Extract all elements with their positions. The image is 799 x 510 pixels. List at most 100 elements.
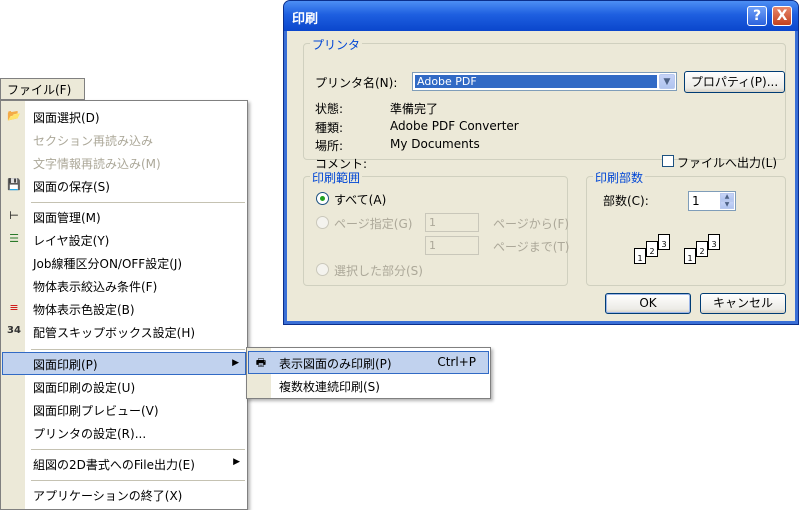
copies-group: 印刷部数 部数(C): 1 ▲ ▼ 3 2 1 3 2 1 bbox=[586, 169, 786, 286]
menu-item-label: レイヤ設定(Y) bbox=[33, 234, 110, 248]
copies-label: 部数(C): bbox=[603, 194, 649, 208]
properties-button[interactable]: プロパティ(P)... bbox=[684, 71, 785, 93]
spin-down-icon[interactable]: ▼ bbox=[720, 201, 734, 209]
menu-item-exit[interactable]: アプリケーションの終了(X) bbox=[2, 483, 246, 506]
printer-name-value: Adobe PDF bbox=[415, 75, 657, 88]
menu-item-label: セクション再読み込み bbox=[33, 134, 154, 148]
menu-item-label: プリンタの設定(R)... bbox=[33, 427, 147, 441]
copies-legend: 印刷部数 bbox=[593, 169, 646, 186]
file-menu[interactable]: ファイル(F) bbox=[0, 78, 85, 100]
menu-item-label: アプリケーションの終了(X) bbox=[33, 489, 183, 503]
spin-up-icon[interactable]: ▲ bbox=[720, 193, 734, 201]
menu-item-label: 図面管理(M) bbox=[33, 211, 101, 225]
status-label: 状態: bbox=[315, 102, 344, 116]
menu-item-reload-sections[interactable]: セクション再読み込み bbox=[2, 128, 246, 151]
submenu-arrow-icon: ▶ bbox=[232, 358, 239, 368]
copies-spinner[interactable]: 1 ▲ ▼ bbox=[688, 191, 736, 211]
help-button[interactable]: ? bbox=[747, 6, 767, 26]
menu-item-label: 配管スキップボックス設定(H) bbox=[33, 326, 196, 340]
printer-group-legend: プリンタ bbox=[310, 36, 363, 53]
range-all-radio[interactable] bbox=[316, 192, 329, 205]
menu-item-label: 物体表示絞込み条件(F) bbox=[33, 280, 158, 294]
collate-page: 3 bbox=[658, 234, 670, 250]
menu-item-label: 複数枚連続印刷(S) bbox=[279, 380, 380, 394]
range-from-suffix: ページから(F) bbox=[493, 217, 570, 231]
tree-icon: ⊢ bbox=[9, 209, 19, 222]
range-pages-label[interactable]: ページ指定(G) bbox=[334, 215, 412, 232]
type-value: Adobe PDF Converter bbox=[390, 119, 519, 133]
menu-item-skip-box[interactable]: 34 配管スキップボックス設定(H) bbox=[2, 320, 246, 343]
menu-item-label: 図面印刷プレビュー(V) bbox=[33, 404, 159, 418]
dialog-client-area: プリンタ プリンタ名(N): Adobe PDF ▼ プロパティ(P)... 状… bbox=[287, 31, 795, 321]
location-label: 場所: bbox=[315, 139, 344, 153]
ok-button[interactable]: OK bbox=[605, 293, 691, 314]
menu-item-label: 図面印刷(P) bbox=[33, 358, 98, 372]
radio-selected-dot bbox=[320, 196, 325, 201]
print-range-legend: 印刷範囲 bbox=[310, 169, 363, 186]
printer-group: プリンタ プリンタ名(N): Adobe PDF ▼ プロパティ(P)... 状… bbox=[303, 36, 786, 171]
range-selection-radio[interactable] bbox=[316, 263, 329, 276]
range-to-suffix: ページまで(T) bbox=[493, 240, 570, 254]
range-pages-radio[interactable] bbox=[316, 216, 329, 229]
open-folder-icon: 📂 bbox=[7, 109, 21, 122]
file-menu-dropdown: 📂 図面選択(D) セクション再読み込み 文字情報再読み込み(M) 💾 図面の保… bbox=[0, 100, 248, 510]
collate-page: 2 bbox=[696, 241, 708, 257]
range-to-input[interactable]: 1 bbox=[425, 236, 479, 255]
collate-page: 3 bbox=[708, 234, 720, 250]
menu-separator bbox=[31, 202, 245, 203]
menu-item-label: 組図の2D書式へのFile出力(E) bbox=[33, 458, 195, 472]
chevron-down-icon[interactable]: ▼ bbox=[659, 74, 675, 89]
submenu-arrow-icon: ▶ bbox=[233, 457, 240, 467]
menu-item-print-preview[interactable]: 図面印刷プレビュー(V) bbox=[2, 398, 246, 421]
menu-item-label: 文字情報再読み込み(M) bbox=[33, 157, 161, 171]
menu-item-drawing-management[interactable]: ⊢ 図面管理(M) bbox=[2, 205, 246, 228]
print-dialog: 印刷 ? X プリンタ プリンタ名(N): Adobe PDF ▼ プロパティ(… bbox=[283, 0, 799, 325]
menu-item-layer-settings[interactable]: ☰ レイヤ設定(Y) bbox=[2, 228, 246, 251]
menu-item-select-drawing[interactable]: 📂 図面選択(D) bbox=[2, 105, 246, 128]
printer-name-label: プリンタ名(N): bbox=[315, 76, 398, 90]
menu-separator bbox=[31, 480, 245, 481]
skip-box-icon: 34 bbox=[7, 325, 21, 336]
print-submenu: 🖶 表示図面のみ印刷(P) Ctrl+P 複数枚連続印刷(S) bbox=[246, 347, 491, 399]
cancel-button[interactable]: キャンセル bbox=[700, 293, 786, 314]
menu-item-shortcut: Ctrl+P bbox=[437, 355, 476, 369]
collate-page: 2 bbox=[646, 241, 658, 257]
close-button[interactable]: X bbox=[772, 6, 792, 26]
color-lines-icon: ≡ bbox=[9, 301, 19, 314]
copies-value: 1 bbox=[692, 194, 700, 208]
menu-item-display-filter[interactable]: 物体表示絞込み条件(F) bbox=[2, 274, 246, 297]
floppy-disk-icon: 💾 bbox=[7, 178, 21, 191]
menu-item-printer-setup[interactable]: プリンタの設定(R)... bbox=[2, 421, 246, 444]
print-to-file-checkbox[interactable] bbox=[662, 155, 674, 167]
menu-item-reload-text-info[interactable]: 文字情報再読み込み(M) bbox=[2, 151, 246, 174]
menu-item-save-drawing[interactable]: 💾 図面の保存(S) bbox=[2, 174, 246, 197]
dialog-title-bar[interactable]: 印刷 ? X bbox=[284, 1, 798, 31]
menu-item-job-linetype[interactable]: Job線種区分ON/OFF設定(J) bbox=[2, 251, 246, 274]
menu-item-2d-file-output[interactable]: 組図の2D書式へのFile出力(E) ▶ bbox=[2, 452, 246, 475]
submenu-item-print-current[interactable]: 🖶 表示図面のみ印刷(P) Ctrl+P bbox=[248, 351, 489, 374]
range-all-label[interactable]: すべて(A) bbox=[334, 191, 386, 208]
menu-item-label: 図面選択(D) bbox=[33, 111, 100, 125]
menu-item-label: Job線種区分ON/OFF設定(J) bbox=[33, 257, 183, 271]
menu-item-label: 物体表示色設定(B) bbox=[33, 303, 135, 317]
layers-icon: ☰ bbox=[9, 232, 19, 245]
menu-separator bbox=[31, 449, 245, 450]
print-to-file-label[interactable]: ファイルへ出力(L) bbox=[677, 154, 777, 171]
printer-icon: 🖶 bbox=[255, 356, 267, 369]
type-label: 種類: bbox=[315, 121, 344, 135]
menu-item-label: 図面の保存(S) bbox=[33, 180, 110, 194]
printer-name-select[interactable]: Adobe PDF ▼ bbox=[412, 72, 677, 91]
print-range-group: 印刷範囲 すべて(A) ページ指定(G) 1 ページから(F) 1 ページまで(… bbox=[303, 169, 570, 286]
menu-item-label: 図面印刷の設定(U) bbox=[33, 381, 136, 395]
submenu-item-print-multiple[interactable]: 複数枚連続印刷(S) bbox=[248, 374, 489, 397]
collate-page: 1 bbox=[634, 248, 646, 264]
collate-page: 1 bbox=[684, 248, 696, 264]
menu-item-print-drawing[interactable]: 図面印刷(P) ▶ bbox=[2, 352, 246, 375]
menu-separator bbox=[31, 349, 245, 350]
range-selection-label[interactable]: 選択した部分(S) bbox=[334, 262, 423, 279]
location-value: My Documents bbox=[390, 137, 480, 151]
range-from-input[interactable]: 1 bbox=[425, 213, 479, 232]
menu-item-print-settings[interactable]: 図面印刷の設定(U) bbox=[2, 375, 246, 398]
menu-item-display-color[interactable]: ≡ 物体表示色設定(B) bbox=[2, 297, 246, 320]
status-value: 準備完了 bbox=[390, 102, 439, 116]
